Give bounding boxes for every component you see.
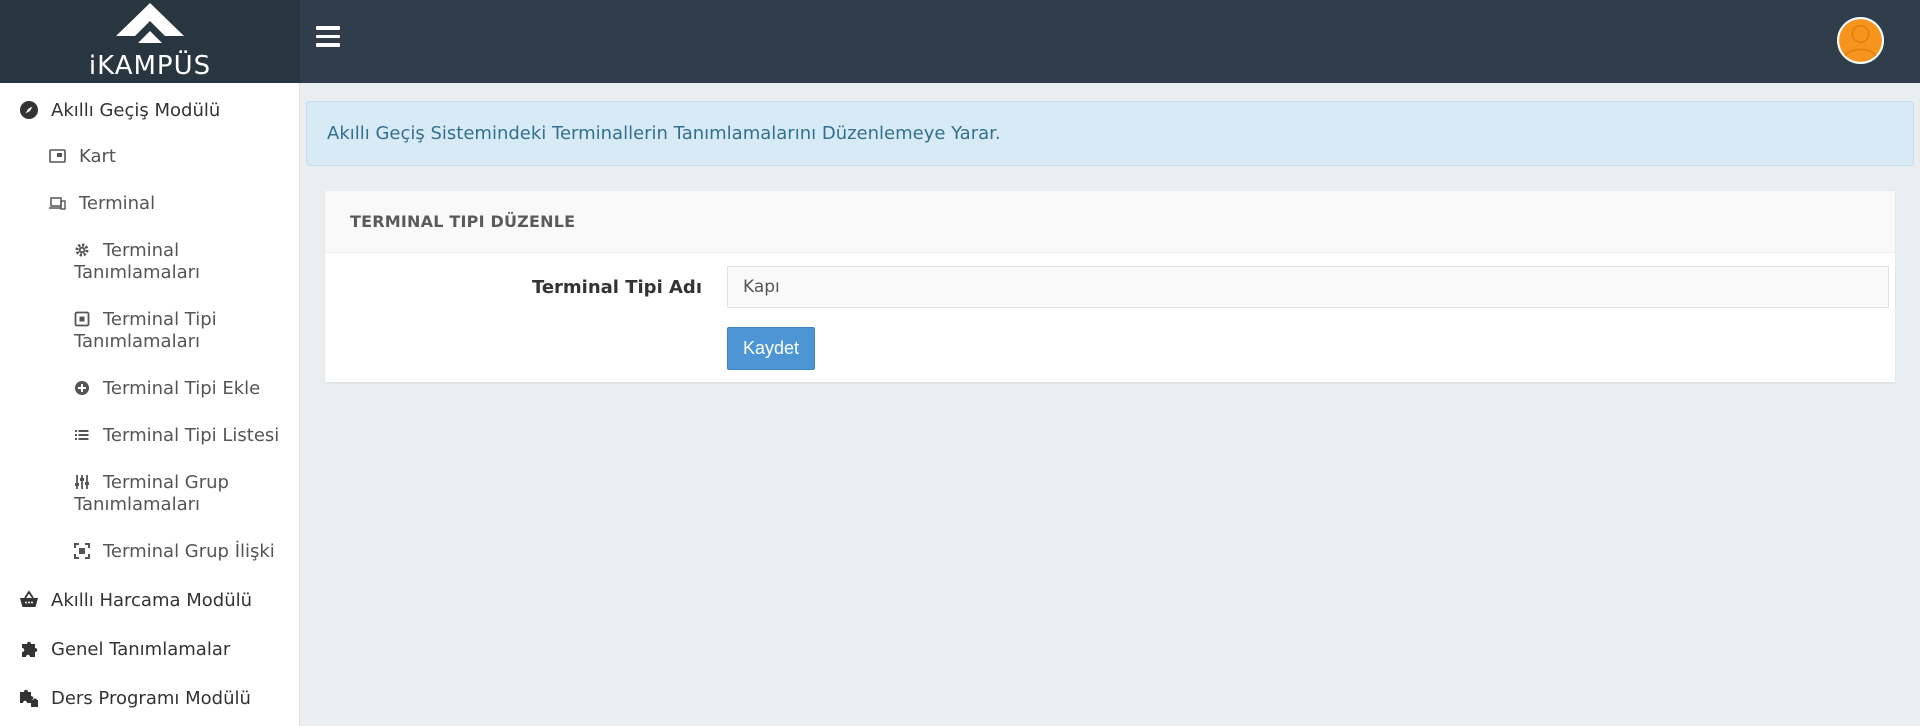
logo-mark-icon [116,3,184,43]
sidebar-item-label: Akıllı Geçiş Modülü [51,100,221,121]
puzzle-icon [22,641,38,657]
compass-icon [20,101,38,119]
sidebar-item-terminal[interactable]: Terminal [49,193,155,215]
top-header: iKAMPÜS [0,0,1920,83]
expand-icon [74,543,90,559]
card-icon [49,149,66,163]
sidebar-item-label-line2: Tanımlamaları [74,262,201,283]
info-alert: Akıllı Geçiş Sistemindeki Terminallerin … [306,101,1914,166]
sidebar-item-label: Terminal [103,240,180,261]
puzzles-icon [20,689,38,707]
list-icon [75,430,89,440]
sidebar-item-terminal-grup-tanimlamalari[interactable]: Terminal Grup [74,472,289,494]
sidebar: Akıllı Geçiş Modülü Kart Terminal Termin… [0,83,300,726]
sidebar-item-label: Genel Tanımlamalar [51,639,231,660]
menu-toggle-icon[interactable] [316,26,344,54]
logo-text: iKAMPÜS [88,51,212,81]
sidebar-item-label: Terminal Grup İlişki [103,541,275,562]
sidebar-item-terminal-tipi-listesi[interactable]: Terminal Tipi Listesi [74,425,289,447]
plus-circle-icon [75,381,89,395]
sidebar-item-terminal-tipi-tanimlamalari[interactable]: Terminal Tipi [74,309,289,331]
sidebar-item-akilli-gecis[interactable]: Akıllı Geçiş Modülü [19,100,220,122]
terminal-type-name-label: Terminal Tipi Adı [531,277,702,298]
user-avatar-icon[interactable] [1837,17,1884,64]
sliders-icon [75,475,89,489]
panel-title: TERMINAL TIPI DÜZENLE [325,191,1895,253]
sidebar-item-label: Terminal Tipi Ekle [103,378,261,399]
sidebar-item-ders-programi[interactable]: Ders Programı Modülü [19,688,251,710]
box-icon [74,311,90,327]
sidebar-item-label-line2: Tanımlamaları [74,494,201,515]
logo[interactable]: iKAMPÜS [0,0,300,83]
sidebar-item-genel-tanimlamalar[interactable]: Genel Tanımlamalar [19,639,230,661]
sidebar-item-label: Akıllı Harcama Modülü [51,590,253,611]
sidebar-item-terminal-tanimlamalari[interactable]: Terminal [74,240,289,262]
gear-icon [75,243,89,257]
sidebar-item-label: Kart [79,146,116,167]
save-button[interactable]: Kaydet [727,327,815,370]
sidebar-item-label: Terminal Tipi [103,309,217,330]
sidebar-item-label: Terminal [79,193,156,214]
sidebar-item-terminal-tipi-ekle[interactable]: Terminal Tipi Ekle [74,378,289,400]
sidebar-item-terminal-grup-iliski[interactable]: Terminal Grup İlişki [74,541,289,563]
edit-panel: TERMINAL TIPI DÜZENLE Terminal Tipi Adı … [325,191,1895,382]
sidebar-item-label: Terminal Grup [103,472,229,493]
devices-icon [49,197,66,210]
basket-icon [20,590,38,607]
sidebar-item-label-line2: Tanımlamaları [74,331,201,352]
sidebar-item-kart[interactable]: Kart [49,146,116,168]
sidebar-item-label: Ders Programı Modülü [51,688,251,709]
terminal-type-name-input[interactable] [727,266,1889,308]
sidebar-item-akilli-harcama[interactable]: Akıllı Harcama Modülü [19,590,252,612]
sidebar-item-label: Terminal Tipi Listesi [103,425,280,446]
